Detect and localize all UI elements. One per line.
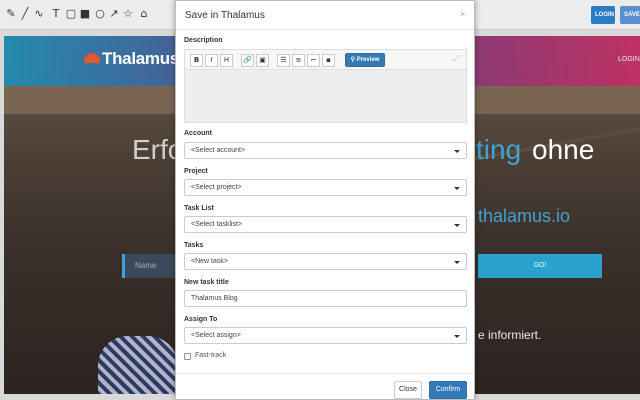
project-select[interactable]: <Select project> (184, 179, 467, 196)
assign-value: <Select assign> (191, 332, 241, 339)
tasks-select[interactable]: <New task> (184, 253, 467, 270)
description-editor[interactable]: B I H 🔗 ▣ ☰ ≡ ⌐ ▪ ⚲ Preview ⤢ (184, 49, 467, 123)
star-icon[interactable]: ☆ (121, 7, 135, 21)
account-select[interactable]: <Select account> (184, 142, 467, 159)
numbered-list-icon[interactable]: ≡ (292, 54, 305, 67)
tasklist-label: Task List (184, 205, 214, 212)
assign-label: Assign To (184, 316, 218, 323)
confirm-button[interactable]: Confirm (429, 381, 467, 399)
curve-icon[interactable]: ∿ (32, 7, 46, 21)
name-input[interactable]: Name (122, 254, 182, 278)
assign-select[interactable]: <Select assign> (184, 327, 467, 344)
bold-button[interactable]: B (190, 54, 203, 67)
image-icon[interactable]: ▣ (256, 54, 269, 67)
chevron-down-icon (454, 335, 460, 338)
close-button[interactable]: Close (394, 381, 422, 399)
project-label: Project (184, 168, 208, 175)
dialog-title: Save in Thalamus (185, 10, 265, 21)
filled-rectangle-icon[interactable]: ■ (78, 7, 92, 21)
link-icon[interactable]: 🔗 (241, 54, 254, 67)
account-label: Account (184, 130, 212, 137)
project-value: <Select project> (191, 184, 242, 191)
chevron-down-icon (454, 224, 460, 227)
editor-toolbar: B I H 🔗 ▣ ☰ ≡ ⌐ ▪ ⚲ Preview ⤢ (185, 50, 466, 70)
save-dialog: Save in Thalamus × Description B I H 🔗 ▣… (175, 0, 475, 400)
hero-heading-right: ohne (532, 134, 595, 165)
site-login-link[interactable]: LOGIN (618, 56, 640, 63)
login-button[interactable]: LOGIN (591, 6, 615, 24)
fast-track-checkbox[interactable] (184, 353, 191, 360)
close-icon[interactable]: × (460, 9, 465, 19)
line-icon[interactable]: ╱ (18, 7, 32, 21)
chevron-down-icon (454, 150, 460, 153)
tasklist-value: <Select tasklist> (191, 221, 242, 228)
heading-button[interactable]: H (220, 54, 233, 67)
tasks-label: Tasks (184, 242, 204, 249)
circle-icon[interactable]: ○ (93, 7, 107, 21)
logo-icon (84, 53, 100, 63)
go-button[interactable]: GO! (478, 254, 602, 278)
bullet-list-icon[interactable]: ☰ (277, 54, 290, 67)
pencil-icon[interactable]: ✎ (4, 7, 18, 21)
fast-track-label: Fast-track (195, 352, 227, 359)
chevron-down-icon (454, 261, 460, 264)
quote-icon[interactable]: ▪ (322, 54, 335, 67)
save-button[interactable]: SAVE (620, 6, 640, 24)
expand-icon[interactable]: ⤢ (453, 54, 459, 64)
preview-label: Preview (356, 57, 380, 63)
home-icon[interactable]: ⌂ (137, 7, 151, 21)
arrow-icon[interactable]: ↗ (107, 7, 121, 21)
divider (176, 373, 474, 374)
text-icon[interactable]: T (49, 7, 63, 21)
person-photo (98, 336, 178, 394)
tasklist-select[interactable]: <Select tasklist> (184, 216, 467, 233)
account-value: <Select account> (191, 147, 246, 154)
hero-domain: thalamus.io (478, 206, 571, 226)
hero-subline: e informiert. (478, 328, 542, 342)
code-icon[interactable]: ⌐ (307, 54, 320, 67)
hero-heading-accent: ting (476, 134, 522, 165)
task-title-input[interactable]: Thalamus Blog (184, 290, 467, 307)
chevron-down-icon (454, 187, 460, 190)
rectangle-icon[interactable]: ▢ (64, 7, 78, 21)
description-label: Description (184, 37, 223, 44)
tasks-value: <New task> (191, 258, 228, 265)
italic-button[interactable]: I (205, 54, 218, 67)
divider (176, 29, 474, 30)
site-logo: Thalamus (102, 49, 179, 68)
preview-button[interactable]: ⚲ Preview (345, 53, 385, 67)
task-title-label: New task title (184, 279, 229, 286)
